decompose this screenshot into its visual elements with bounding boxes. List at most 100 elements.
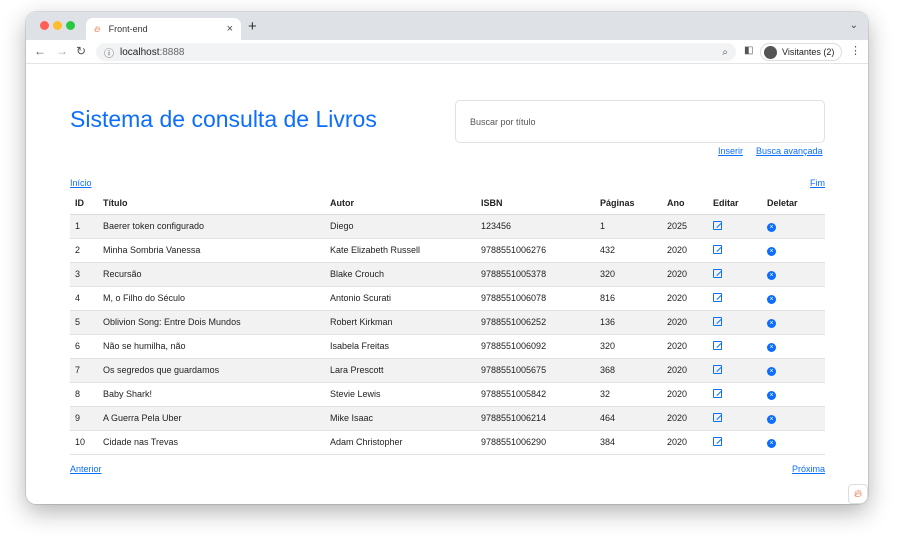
zoom-search-icon[interactable]: ⌕ <box>722 47 728 58</box>
cell-isbn: 9788551005842 <box>476 382 595 407</box>
cell-isbn: 9788551005378 <box>476 262 595 287</box>
cell-title: Oblivion Song: Entre Dois Mundos <box>98 310 325 335</box>
back-icon[interactable]: ← <box>34 44 46 58</box>
forward-icon[interactable]: → <box>56 44 68 58</box>
browser-tab[interactable]: 🔥︎ Front-end × <box>86 18 241 40</box>
table-row: 10 Cidade nas Trevas Adam Christopher 97885… <box>70 430 825 455</box>
cell-id: 7 <box>70 358 98 383</box>
delete-icon[interactable]: × <box>767 246 776 256</box>
cell-author: Mike Isaac <box>325 406 476 431</box>
delete-icon[interactable]: × <box>767 366 776 376</box>
tab-list-chevron-icon[interactable]: ⌄ <box>850 20 858 31</box>
edit-icon[interactable] <box>713 220 722 230</box>
search-input[interactable]: Buscar por título <box>455 100 825 143</box>
cell-author: Diego <box>325 214 476 239</box>
info-icon: ⓘ <box>104 48 114 60</box>
cell-isbn: 9788551006092 <box>476 334 595 359</box>
cell-id: 3 <box>70 262 98 287</box>
cell-edit <box>708 262 762 287</box>
table-row: 9A Guerra Pela Uber Mike Isaac 97885510062… <box>70 406 825 431</box>
minimize-window-button[interactable] <box>53 21 62 30</box>
edit-icon[interactable] <box>713 436 722 446</box>
cell-pages: 320 <box>595 334 662 359</box>
tab-title: Front-end <box>108 24 148 34</box>
edit-icon[interactable] <box>713 388 722 398</box>
cell-edit <box>708 430 762 455</box>
table-row: 4 M, o Filho do Século Antonio Scurati 9788… <box>70 286 825 311</box>
profile-button[interactable]: Visitantes (2) <box>760 43 843 61</box>
table-row: 3 Recursão Blake Crouch 9788551005378 320 202… <box>70 262 825 287</box>
table-row: 8 Baby Shark! Stevie Lewis 9788551005842 32 2… <box>70 382 825 407</box>
cell-id: 8 <box>70 382 98 407</box>
fire-icon: 🔥︎ <box>94 23 101 34</box>
edit-icon[interactable] <box>713 412 722 422</box>
cell-edit <box>708 238 762 263</box>
address-bar[interactable]: ⓘ localhost:8888 ⌕ <box>96 43 736 61</box>
cell-pages: 136 <box>595 310 662 335</box>
more-menu-icon[interactable]: ⋮ <box>850 44 861 57</box>
search-placeholder: Buscar por título <box>470 116 536 127</box>
delete-icon[interactable]: × <box>767 222 776 232</box>
cell-year: 2020 <box>662 262 708 287</box>
column-header: Editar <box>708 192 762 215</box>
next-page-link[interactable]: Próxima <box>792 464 825 474</box>
delete-icon[interactable]: × <box>767 438 776 448</box>
column-header: ID <box>70 192 98 215</box>
delete-icon[interactable]: × <box>767 390 776 400</box>
previous-page-link[interactable]: Anterior <box>70 464 102 474</box>
cell-id: 9 <box>70 406 98 431</box>
edit-icon[interactable] <box>713 364 722 374</box>
books-table: ID Título Autor ISBN Páginas Ano Editar Deletar… <box>70 192 825 455</box>
url-host: localhost <box>120 46 160 58</box>
cell-edit <box>708 358 762 383</box>
side-panel-icon[interactable]: ◧ <box>744 45 753 56</box>
profile-label: Visitantes (2) <box>782 47 835 57</box>
debug-toolbar-fire-icon[interactable]: 🔥︎ <box>848 484 868 504</box>
edit-icon[interactable] <box>713 292 722 302</box>
cell-author: Antonio Scurati <box>325 286 476 311</box>
page-title: Sistema de consulta de Livros <box>70 106 377 132</box>
column-header: ISBN <box>476 192 595 215</box>
maximize-window-button[interactable] <box>66 21 75 30</box>
table-row: 6 Não se humilha, não Isabela Freitas 97885… <box>70 334 825 359</box>
delete-icon[interactable]: × <box>767 270 776 280</box>
cell-delete: × <box>762 286 825 311</box>
table-row: 2 Minha Sombria Vanessa Kate Elizabeth Rus… <box>70 238 825 263</box>
cell-delete: × <box>762 430 825 455</box>
close-window-button[interactable] <box>40 21 49 30</box>
cell-pages: 320 <box>595 262 662 287</box>
cell-title: Os segredos que guardamos <box>98 358 325 383</box>
cell-delete: × <box>762 334 825 359</box>
edit-icon[interactable] <box>713 316 722 326</box>
advanced-search-link[interactable]: Busca avançada <box>756 146 823 156</box>
cell-year: 2020 <box>662 406 708 431</box>
cell-edit <box>708 382 762 407</box>
last-page-link[interactable]: Fim <box>810 178 825 188</box>
first-page-link[interactable]: Início <box>70 178 92 188</box>
delete-icon[interactable]: × <box>767 318 776 328</box>
edit-icon[interactable] <box>713 268 722 278</box>
cell-delete: × <box>762 358 825 383</box>
cell-author: Kate Elizabeth Russell <box>325 238 476 263</box>
delete-icon[interactable]: × <box>767 414 776 424</box>
delete-icon[interactable]: × <box>767 342 776 352</box>
browser-toolbar: ← → ↻ ⓘ localhost:8888 ⌕ ◧ Visitantes (2… <box>26 40 868 64</box>
cell-year: 2020 <box>662 430 708 455</box>
cell-pages: 368 <box>595 358 662 383</box>
cell-year: 2020 <box>662 382 708 407</box>
cell-edit <box>708 286 762 311</box>
close-tab-icon[interactable]: × <box>227 23 233 35</box>
delete-icon[interactable]: × <box>767 294 776 304</box>
new-tab-button[interactable]: + <box>248 18 257 35</box>
reload-icon[interactable]: ↻ <box>76 44 86 58</box>
cell-year: 2020 <box>662 358 708 383</box>
cell-delete: × <box>762 262 825 287</box>
insert-link[interactable]: Inserir <box>718 146 743 156</box>
cell-delete: × <box>762 238 825 263</box>
cell-edit <box>708 334 762 359</box>
cell-id: 10 <box>70 430 98 455</box>
edit-icon[interactable] <box>713 244 722 254</box>
edit-icon[interactable] <box>713 340 722 350</box>
cell-pages: 432 <box>595 238 662 263</box>
cell-id: 1 <box>70 214 98 239</box>
